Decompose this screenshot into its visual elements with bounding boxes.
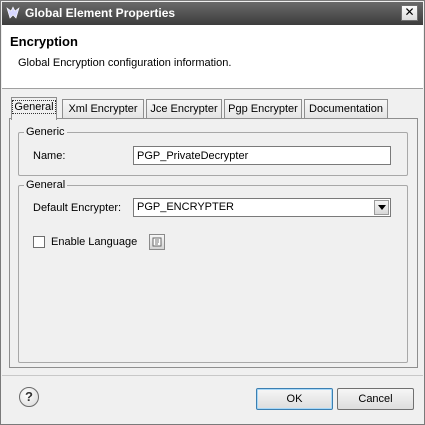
default-encrypter-select[interactable]: PGP_ENCRYPTER <box>133 198 391 217</box>
window-title: Global Element Properties <box>25 6 176 20</box>
tab-xml-encrypter-label: Xml Encrypter <box>68 103 138 115</box>
chevron-down-icon <box>378 205 386 210</box>
help-icon: ? <box>25 389 33 404</box>
default-encrypter-label: Default Encrypter: <box>33 202 122 214</box>
dialog-header: Encryption Global Encryption configurati… <box>2 25 423 89</box>
cancel-button[interactable]: Cancel <box>337 388 414 410</box>
language-settings-button[interactable] <box>149 234 165 250</box>
help-button[interactable]: ? <box>19 387 39 407</box>
close-icon: ✕ <box>404 5 415 19</box>
tab-documentation[interactable]: Documentation <box>304 99 388 119</box>
ok-button[interactable]: OK <box>256 388 333 410</box>
general-tab-panel: Generic Name: General Default Encrypter:… <box>9 118 418 368</box>
dropdown-button[interactable] <box>374 200 389 215</box>
app-logo-icon <box>5 5 21 21</box>
tab-general[interactable]: General <box>11 97 57 120</box>
enable-language-checkbox[interactable] <box>33 236 45 248</box>
title-bar[interactable]: Global Element Properties ✕ <box>2 2 423 25</box>
general-group: General Default Encrypter: PGP_ENCRYPTER… <box>18 179 408 363</box>
page-description: Global Encryption configuration informat… <box>18 57 232 69</box>
tab-pgp-encrypter-label: Pgp Encrypter <box>228 103 298 115</box>
name-label: Name: <box>33 150 66 162</box>
page-title: Encryption <box>10 34 78 49</box>
tab-documentation-label: Documentation <box>309 103 383 115</box>
footer-divider <box>2 375 423 376</box>
expression-icon <box>152 237 162 247</box>
name-input[interactable] <box>133 146 391 165</box>
general-group-legend: General <box>24 179 68 191</box>
tab-jce-encrypter-label: Jce Encrypter <box>150 103 218 115</box>
enable-language-label: Enable Language <box>51 236 138 248</box>
close-button[interactable]: ✕ <box>401 5 418 21</box>
tab-bar: General Xml Encrypter Jce Encrypter Pgp … <box>9 97 409 120</box>
generic-group-legend: Generic <box>24 126 67 138</box>
tab-pgp-encrypter[interactable]: Pgp Encrypter <box>224 99 302 119</box>
default-encrypter-value: PGP_ENCRYPTER <box>137 201 234 213</box>
generic-group: Generic Name: <box>18 126 408 176</box>
tab-xml-encrypter[interactable]: Xml Encrypter <box>62 99 144 119</box>
tab-general-label: General <box>12 100 56 114</box>
global-element-properties-dialog: Global Element Properties ✕ Encryption G… <box>0 0 425 425</box>
tab-jce-encrypter[interactable]: Jce Encrypter <box>146 99 222 119</box>
